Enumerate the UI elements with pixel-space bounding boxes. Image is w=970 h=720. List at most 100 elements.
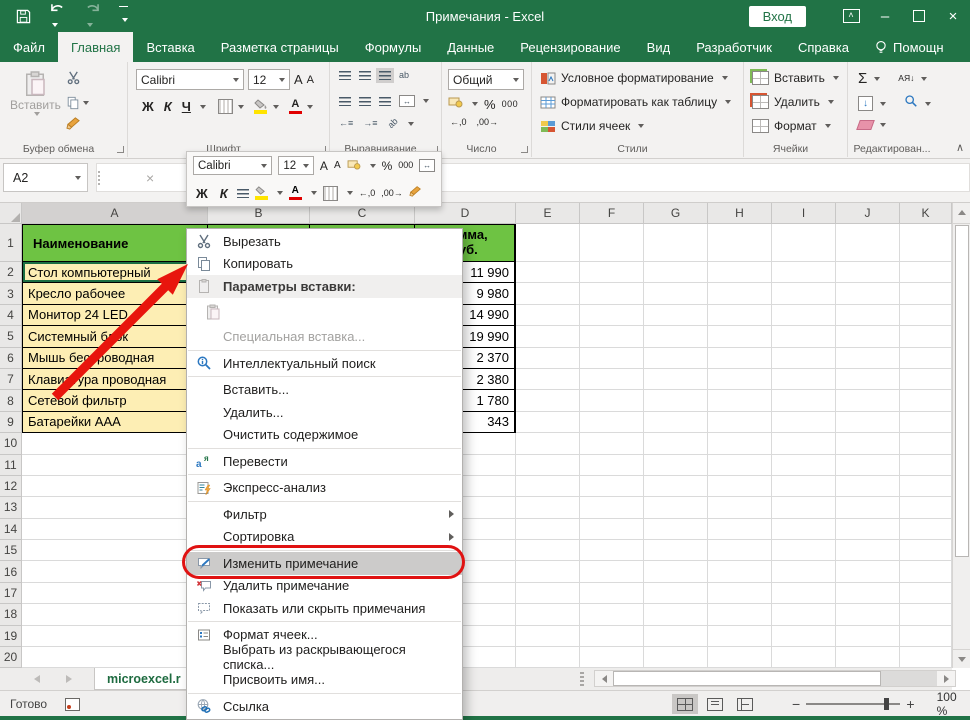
cell-K5[interactable]	[900, 326, 952, 347]
delete-cells-button[interactable]: Удалить	[752, 95, 834, 109]
menu-item-paste-options-header[interactable]: Параметры вставки:	[187, 275, 462, 298]
cell-H17[interactable]	[708, 583, 772, 604]
cell-K19[interactable]	[900, 626, 952, 647]
merge-center-icon[interactable]: ↔	[396, 92, 418, 110]
cell-A14[interactable]	[22, 519, 208, 540]
cell-A10[interactable]	[22, 433, 208, 454]
cell-F3[interactable]	[580, 283, 644, 304]
cell-H4[interactable]	[708, 305, 772, 326]
cell-H9[interactable]	[708, 412, 772, 433]
borders-icon[interactable]	[218, 99, 233, 114]
select-all-corner[interactable]	[0, 202, 22, 224]
cell-E1[interactable]	[516, 224, 580, 262]
mini-merge-icon[interactable]: ↔	[419, 159, 435, 172]
cell-G1[interactable]	[644, 224, 708, 262]
cell-J2[interactable]	[836, 262, 900, 283]
tab-view[interactable]: Вид	[634, 32, 684, 62]
cancel-icon[interactable]: ×	[146, 170, 154, 186]
cell-I15[interactable]	[772, 540, 836, 561]
cell-K11[interactable]	[900, 455, 952, 476]
cell-H16[interactable]	[708, 561, 772, 582]
row-header-1[interactable]: 1	[0, 224, 22, 262]
cell-F9[interactable]	[580, 412, 644, 433]
tab-review[interactable]: Рецензирование	[507, 32, 633, 62]
customize-qat-icon[interactable]	[119, 6, 128, 27]
cell-I7[interactable]	[772, 369, 836, 390]
cell-K2[interactable]	[900, 262, 952, 283]
cell-F4[interactable]	[580, 305, 644, 326]
cell-I12[interactable]	[772, 476, 836, 497]
cell-I11[interactable]	[772, 455, 836, 476]
scroll-right-icon[interactable]	[937, 671, 955, 686]
cell-G4[interactable]	[644, 305, 708, 326]
cell-G2[interactable]	[644, 262, 708, 283]
menu-item-insert[interactable]: Вставить...	[187, 379, 462, 402]
comma-style-button[interactable]: 000	[502, 100, 519, 109]
cell-K15[interactable]	[900, 540, 952, 561]
zoom-in-button[interactable]: +	[900, 696, 920, 712]
tab-data[interactable]: Данные	[434, 32, 507, 62]
row-header-6[interactable]: 6	[0, 348, 22, 369]
cell-A20[interactable]	[22, 647, 208, 668]
tab-insert[interactable]: Вставка	[133, 32, 207, 62]
menu-item-edit-comment[interactable]: Изменить примечание	[187, 552, 462, 575]
scroll-down-icon[interactable]	[953, 649, 970, 668]
cell-H2[interactable]	[708, 262, 772, 283]
cell-G8[interactable]	[644, 390, 708, 411]
page-layout-view-button[interactable]	[702, 694, 728, 714]
align-right-icon[interactable]	[376, 94, 394, 109]
cell-I17[interactable]	[772, 583, 836, 604]
tab-assistant[interactable]: Помощн	[862, 32, 957, 62]
row-header-2[interactable]: 2	[0, 262, 22, 283]
macro-record-icon[interactable]	[65, 698, 80, 711]
cell-I5[interactable]	[772, 326, 836, 347]
cell-E8[interactable]	[516, 390, 580, 411]
number-format-combo[interactable]: Общий	[448, 69, 524, 90]
cell-H7[interactable]	[708, 369, 772, 390]
cell-J7[interactable]	[836, 369, 900, 390]
decrease-indent-icon[interactable]: ←≡	[336, 116, 356, 131]
autosum-icon[interactable]: Σ	[858, 70, 867, 87]
cell-K12[interactable]	[900, 476, 952, 497]
cell-H18[interactable]	[708, 604, 772, 625]
cell-J9[interactable]	[836, 412, 900, 433]
paste-button[interactable]: Вставить	[10, 70, 61, 116]
cell-K7[interactable]	[900, 369, 952, 390]
scroll-left-icon[interactable]	[595, 671, 613, 686]
cell-G10[interactable]	[644, 433, 708, 454]
cell-I6[interactable]	[772, 348, 836, 369]
cell-H6[interactable]	[708, 348, 772, 369]
row-header-15[interactable]: 15	[0, 540, 22, 561]
orientation-icon[interactable]: ab	[385, 116, 401, 131]
cell-H12[interactable]	[708, 476, 772, 497]
mini-increase-decimal-icon[interactable]: ←,0	[359, 189, 376, 198]
mini-format-painter-icon[interactable]	[409, 184, 422, 202]
format-as-table-button[interactable]: Форматировать как таблицу	[540, 95, 731, 109]
menu-item-cut[interactable]: Вырезать	[187, 230, 462, 253]
clipboard-dialog-launcher-icon[interactable]	[117, 146, 124, 153]
percent-style-button[interactable]: %	[484, 97, 496, 112]
cell-K4[interactable]	[900, 305, 952, 326]
cell-E5[interactable]	[516, 326, 580, 347]
cell-A12[interactable]	[22, 476, 208, 497]
row-header-12[interactable]: 12	[0, 476, 22, 497]
cell-I4[interactable]	[772, 305, 836, 326]
cell-A13[interactable]	[22, 497, 208, 518]
horizontal-scrollbar-thumb[interactable]	[613, 671, 881, 686]
save-icon[interactable]	[16, 9, 31, 24]
mini-fill-dropdown-icon[interactable]	[277, 191, 283, 195]
cell-A15[interactable]	[22, 540, 208, 561]
shrink-font-icon[interactable]: А	[307, 74, 314, 86]
cell-A5[interactable]: Системный блок	[22, 326, 208, 347]
cell-H3[interactable]	[708, 283, 772, 304]
cell-A2[interactable]: Стол компьютерный	[22, 262, 208, 283]
close-button[interactable]: ×	[936, 0, 970, 32]
cell-I14[interactable]	[772, 519, 836, 540]
row-header-8[interactable]: 8	[0, 390, 22, 411]
find-select-icon[interactable]	[904, 94, 918, 113]
mini-bold-button[interactable]: Ж	[193, 186, 211, 201]
cell-J1[interactable]	[836, 224, 900, 262]
cell-F20[interactable]	[580, 647, 644, 668]
mini-shrink-font-icon[interactable]: А	[334, 160, 341, 171]
cell-F17[interactable]	[580, 583, 644, 604]
